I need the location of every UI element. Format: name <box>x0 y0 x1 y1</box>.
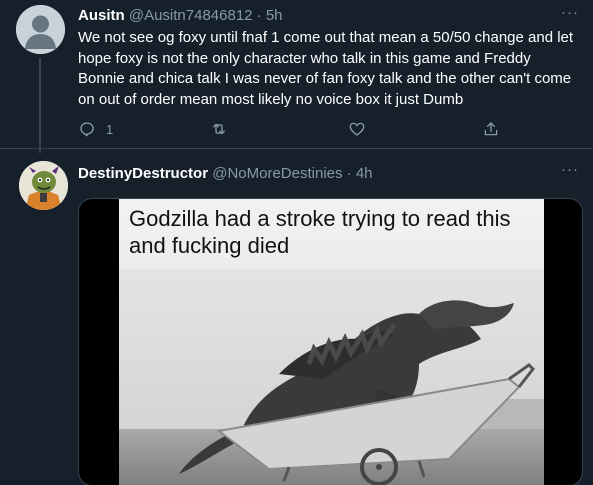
reply-icon <box>80 122 94 137</box>
user-handle[interactable]: @Ausitn74846812 <box>129 7 253 24</box>
cartoon-character-avatar-icon <box>19 161 68 210</box>
retweet-button[interactable] <box>210 118 228 140</box>
display-name[interactable]: DestinyDestructor <box>78 165 208 182</box>
tweet-header: DestinyDestructor @NoMoreDestinies · 4h <box>78 164 373 184</box>
tweet-text: We not see og foxy until fnaf 1 come out… <box>78 29 574 108</box>
separator-dot: · <box>346 165 352 182</box>
godzilla-wheelbarrow-photo <box>119 269 544 485</box>
meme-image[interactable]: Godzilla had a stroke trying to read thi… <box>119 199 544 485</box>
meme-caption: Godzilla had a stroke trying to read thi… <box>129 206 511 258</box>
tweet-media[interactable]: Godzilla had a stroke trying to read thi… <box>78 198 583 485</box>
default-avatar-icon <box>16 5 65 54</box>
avatar-destinydestructor[interactable] <box>19 161 68 210</box>
user-handle[interactable]: @NoMoreDestinies <box>212 165 342 182</box>
heart-icon <box>349 122 365 136</box>
timestamp[interactable]: 5h <box>266 7 283 24</box>
more-icon[interactable]: ··· <box>560 5 580 26</box>
reply-button[interactable]: 1 <box>78 118 113 140</box>
share-icon <box>484 122 498 136</box>
retweet-icon <box>213 123 225 135</box>
more-icon[interactable]: ··· <box>560 162 580 183</box>
reply-count: 1 <box>106 121 114 137</box>
separator-dot: · <box>256 7 262 24</box>
like-button[interactable] <box>348 118 366 140</box>
thread-line <box>39 58 41 153</box>
tweet-actions: 1 <box>78 118 518 140</box>
timestamp[interactable]: 4h <box>356 165 373 182</box>
tweet-header: Ausitn @Ausitn74846812 · 5h <box>78 6 283 26</box>
tweet-ausitn[interactable]: Ausitn @Ausitn74846812 · 5h ··· We not s… <box>0 0 593 153</box>
tweet-destinydestructor[interactable]: DestinyDestructor @NoMoreDestinies · 4h … <box>0 148 593 485</box>
avatar-ausitn[interactable] <box>16 5 65 54</box>
display-name[interactable]: Ausitn <box>78 7 125 24</box>
share-button[interactable] <box>482 118 500 140</box>
